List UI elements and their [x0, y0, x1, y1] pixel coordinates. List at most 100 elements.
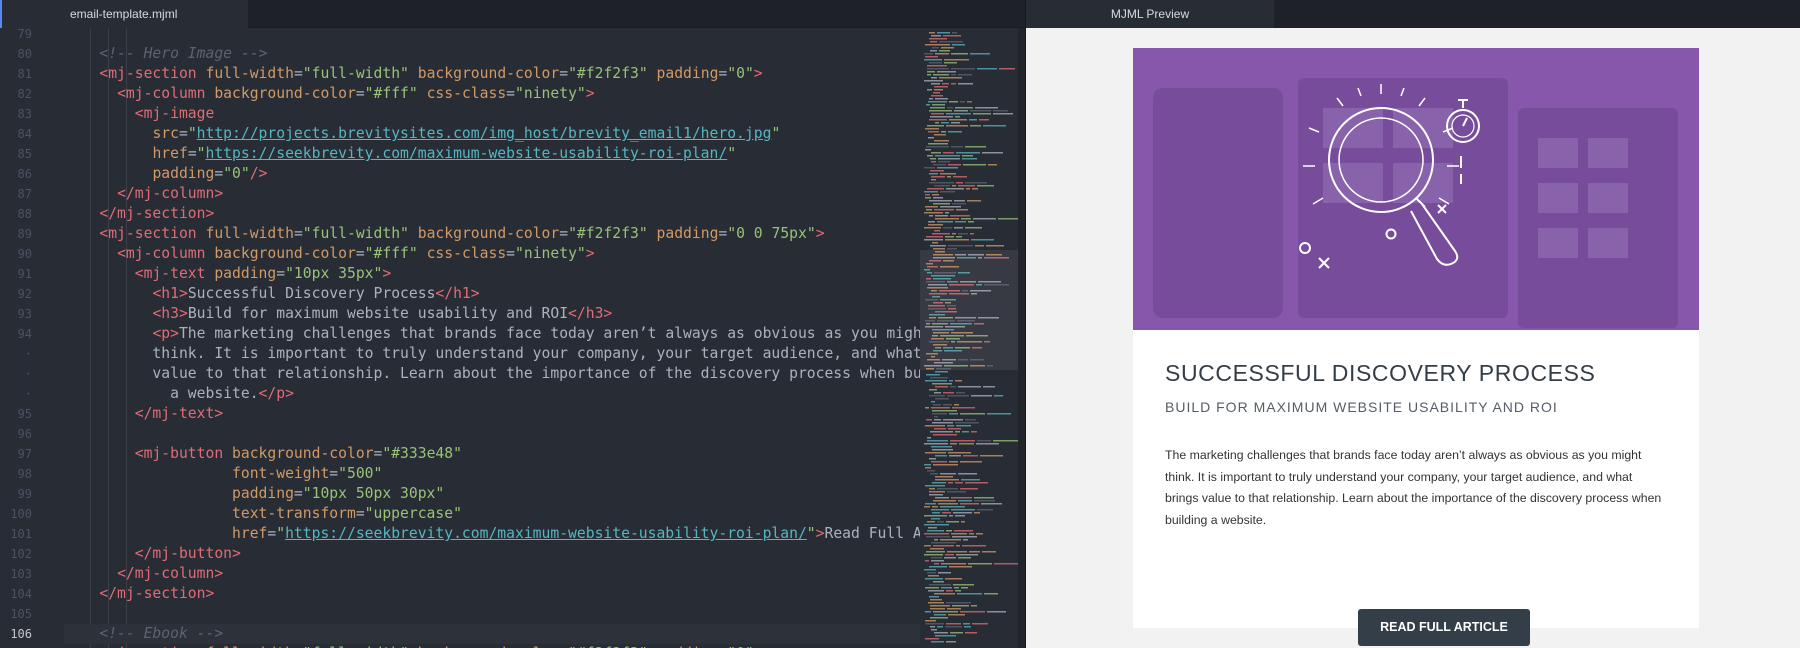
code-token: >: [585, 85, 595, 102]
minimap-viewport[interactable]: [920, 250, 1025, 370]
code-token: "0 0 75px": [727, 225, 816, 242]
code-token: <h3>: [152, 305, 188, 322]
code-token: </h3>: [568, 305, 613, 322]
code-line: padding="10px 50px 30px": [64, 484, 920, 504]
code-token[interactable]: http://projects.brevitysites.com/img_hos…: [197, 125, 772, 142]
code-token: "ninety": [515, 85, 586, 102]
minimap[interactable]: [920, 28, 1025, 648]
code-token: =: [355, 85, 365, 102]
hero-image[interactable]: [1133, 48, 1699, 330]
code-token: </mj-section>: [99, 205, 215, 222]
email-preview: SUCCESSFUL DISCOVERY PROCESS BUILD FOR M…: [1133, 48, 1699, 646]
code-token: </mj-button>: [134, 545, 241, 562]
preview-tab-bar: MJML Preview: [1026, 0, 1800, 28]
code-line: </mj-section>: [64, 204, 920, 224]
code-token: padding: [232, 485, 294, 502]
line-number: 84: [17, 127, 32, 141]
code-token: Build for maximum website usability and …: [187, 305, 569, 322]
line-number: 82: [17, 87, 32, 101]
line-number: 107: [0, 644, 32, 648]
tab-email-template[interactable]: email-template.mjml: [0, 0, 248, 28]
tab-mjml-preview[interactable]: MJML Preview: [1026, 0, 1274, 28]
code-token: <p>: [152, 325, 179, 342]
code-line: </mj-text>: [64, 404, 920, 424]
code-token: ": [806, 525, 816, 542]
line-number: 96: [17, 427, 32, 441]
line-number: 89: [17, 227, 32, 241]
code-line: a website.</p>: [64, 384, 920, 404]
code-token: The marketing challenges that brands fac…: [178, 325, 920, 342]
code-token: "ninety": [515, 245, 586, 262]
code-token: <mj-text: [134, 265, 206, 282]
code-token: "0": [727, 65, 754, 82]
line-number: 99: [17, 487, 32, 501]
line-number: 92: [17, 287, 32, 301]
code-token: =: [178, 125, 188, 142]
code-token: </mj-text>: [134, 405, 224, 422]
editor-scrollbar[interactable]: [1018, 28, 1025, 648]
code-token: =: [267, 525, 277, 542]
code-token: "10px 50px 30px": [302, 485, 445, 502]
hero-illustration: [1133, 48, 1699, 330]
code-token: ": [727, 145, 737, 162]
code-token: =: [214, 165, 224, 182]
code-token: <mj-section: [99, 65, 197, 82]
code-token[interactable]: https://seekbrevity.com/maximum-website-…: [206, 145, 728, 162]
read-full-article-button[interactable]: Read Full Article: [1358, 609, 1530, 646]
code-token: css-class: [417, 85, 507, 102]
code-line: </mj-column>: [64, 184, 920, 204]
code-token: <mj-button: [134, 445, 224, 462]
code-line: <mj-section full-width="full-width" back…: [64, 64, 920, 84]
code-token: think. It is important to truly understa…: [64, 345, 920, 362]
code-token: "10px 35px": [285, 265, 383, 282]
code-token: ": [771, 125, 781, 142]
code-line: <mj-button background-color="#333e48": [64, 444, 920, 464]
code-token: Successful Discovery Process: [187, 285, 436, 302]
code-line: <!-- Hero Image -->: [64, 44, 920, 64]
line-number: 101: [10, 527, 32, 541]
code-token: ": [187, 125, 197, 142]
code-editor[interactable]: <!-- Hero Image --> <mj-section full-wid…: [64, 28, 920, 648]
line-number: 102: [10, 547, 32, 561]
code-token: <mj-column: [117, 245, 206, 262]
editor-pane: email-template.mjml 79 80 81 82 83 84 85 86 87 88…: [0, 0, 1025, 648]
code-token: >: [815, 225, 825, 242]
code-line: <p>The marketing challenges that brands …: [64, 324, 920, 344]
code-token: href: [152, 145, 188, 162]
code-line: padding="0"/>: [64, 164, 920, 184]
code-token: </mj-column>: [117, 565, 224, 582]
code-line: </mj-column>: [64, 564, 920, 584]
code-line: <mj-image: [64, 104, 920, 124]
email-title: SUCCESSFUL DISCOVERY PROCESS: [1165, 360, 1596, 386]
code-token: >: [753, 65, 763, 82]
code-token[interactable]: https://seekbrevity.com/maximum-website-…: [285, 525, 807, 542]
code-line: <h3>Build for maximum website usability …: [64, 304, 920, 324]
line-number: 95: [17, 407, 32, 421]
line-number: 83: [17, 107, 32, 121]
code-line: </mj-section>: [64, 584, 920, 604]
code-token: background-color: [205, 245, 356, 262]
code-line: font-weight="500": [64, 464, 920, 484]
code-token: a website.: [64, 385, 259, 402]
line-number: 85: [17, 147, 32, 161]
code-line: src="http://projects.brevitysites.com/im…: [64, 124, 920, 144]
code-token: <h1>: [152, 285, 188, 302]
code-line: <h1>Successful Discovery Process</h1>: [64, 284, 920, 304]
code-token: background-color: [205, 85, 356, 102]
code-token: font-weight: [232, 465, 330, 482]
code-token: "#333e48": [382, 445, 462, 462]
line-number: 88: [17, 207, 32, 221]
